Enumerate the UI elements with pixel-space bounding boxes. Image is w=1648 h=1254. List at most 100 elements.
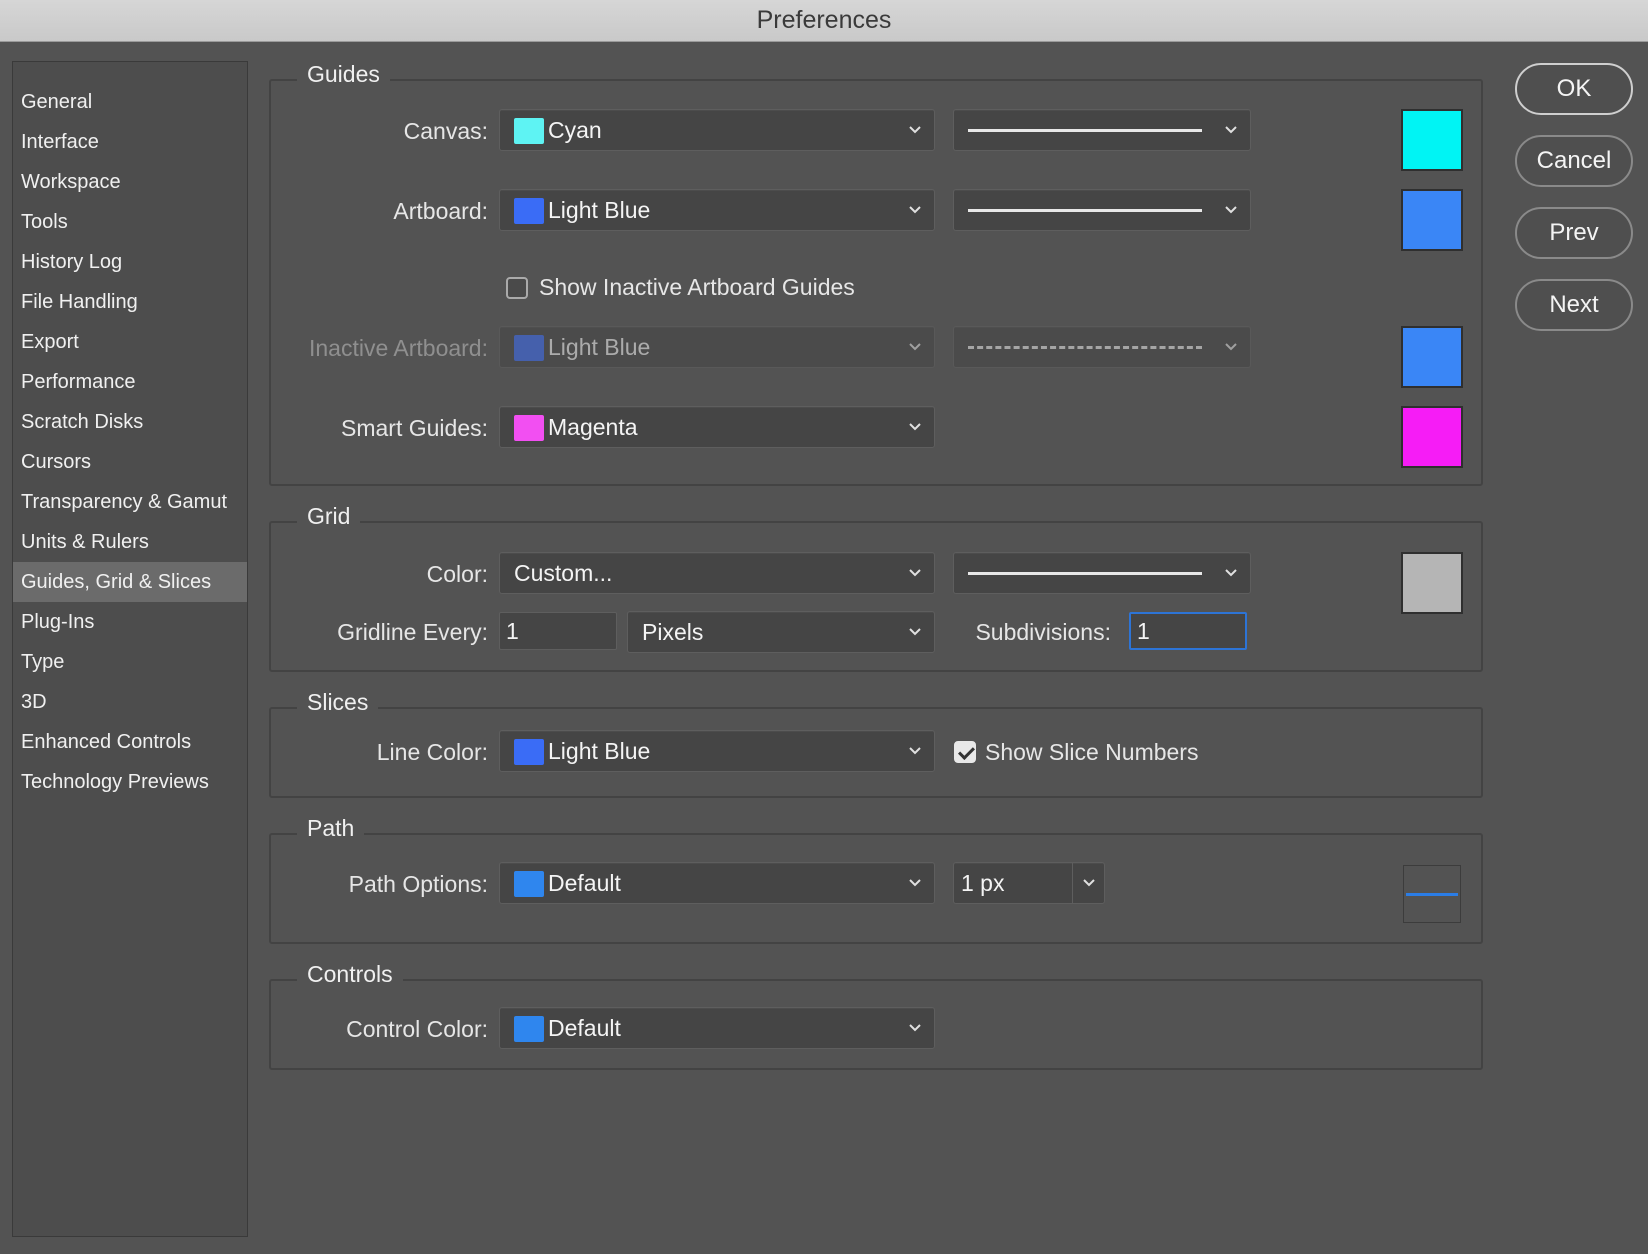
gridline-every-input[interactable]: 1 (499, 612, 617, 650)
canvas-line-style-select[interactable] (953, 109, 1251, 151)
artboard-color-select[interactable]: Light Blue (499, 189, 935, 231)
artboard-line-style-select[interactable] (953, 189, 1251, 231)
slices-group-title: Slices (297, 689, 379, 716)
grid-line-style-select[interactable] (953, 552, 1251, 594)
canvas-color-chip (514, 118, 544, 144)
smart-guides-color-value: Magenta (548, 414, 638, 440)
smart-guides-color-chip (514, 415, 544, 441)
path-group-title: Path (297, 815, 365, 842)
grid-color-swatch[interactable] (1401, 552, 1463, 614)
slice-line-color-select[interactable]: Light Blue (499, 730, 935, 772)
smart-guides-color-swatch[interactable] (1401, 406, 1463, 468)
gridline-unit-value: Pixels (642, 619, 704, 645)
path-color-value: Default (548, 870, 621, 896)
ok-button[interactable]: OK (1515, 63, 1633, 115)
sidebar-item-cursors[interactable]: Cursors (13, 442, 247, 482)
chevron-down-icon (1222, 337, 1240, 355)
inactive-artboard-label: Inactive Artboard: (309, 335, 488, 361)
subdivisions-input[interactable]: 1 (1129, 612, 1247, 650)
chevron-down-icon (906, 563, 924, 581)
chevron-down-icon (906, 741, 924, 759)
guides-group: Guides Canvas: Cyan Artboard: Light Blue… (269, 61, 1483, 486)
control-color-value: Default (548, 1015, 621, 1041)
chevron-down-icon (1222, 563, 1240, 581)
sidebar-item-technology-previews[interactable]: Technology Previews (13, 762, 247, 802)
chevron-down-icon (906, 1018, 924, 1036)
solid-line-sample (968, 572, 1202, 575)
slice-line-color-label: Line Color: (376, 739, 488, 765)
sidebar-item-interface[interactable]: Interface (13, 122, 247, 162)
path-size-value: 1 px (961, 870, 1005, 896)
chevron-down-icon (906, 873, 924, 891)
chevron-down-icon (906, 120, 924, 138)
sidebar-item-workspace[interactable]: Workspace (13, 162, 247, 202)
path-size-select[interactable]: 1 px (953, 862, 1105, 904)
sidebar-item-guides-grid-slices[interactable]: Guides, Grid & Slices (13, 562, 247, 602)
sidebar-item-type[interactable]: Type (13, 642, 247, 682)
path-preview-box (1403, 865, 1461, 923)
canvas-color-swatch[interactable] (1401, 109, 1463, 171)
sidebar-item-history-log[interactable]: History Log (13, 242, 247, 282)
slice-line-color-value: Light Blue (548, 738, 651, 764)
chevron-down-icon (1222, 200, 1240, 218)
canvas-color-value: Cyan (548, 117, 602, 143)
path-size-divider (1072, 863, 1073, 903)
smart-guides-label: Smart Guides: (341, 415, 488, 441)
smart-guides-color-select[interactable]: Magenta (499, 406, 935, 448)
inactive-artboard-color-value: Light Blue (548, 334, 651, 360)
dashed-line-sample (968, 346, 1202, 349)
sidebar-item-enhanced-controls[interactable]: Enhanced Controls (13, 722, 247, 762)
control-color-select[interactable]: Default (499, 1007, 935, 1049)
grid-group: Grid Color: Custom... Gridline Every: 1 … (269, 503, 1483, 672)
path-color-chip (514, 871, 544, 897)
chevron-down-icon (906, 622, 924, 640)
grid-color-select[interactable]: Custom... (499, 552, 935, 594)
inactive-artboard-line-style-select (953, 326, 1251, 368)
gridline-unit-select[interactable]: Pixels (627, 611, 935, 653)
chevron-down-icon (906, 417, 924, 435)
path-group: Path Path Options: Default 1 px (269, 815, 1483, 944)
sidebar-item-plug-ins[interactable]: Plug-Ins (13, 602, 247, 642)
sidebar-item-3d[interactable]: 3D (13, 682, 247, 722)
path-preview-line (1406, 893, 1458, 896)
sidebar-item-transparency-gamut[interactable]: Transparency & Gamut (13, 482, 247, 522)
artboard-color-value: Light Blue (548, 197, 651, 223)
prev-button[interactable]: Prev (1515, 207, 1633, 259)
show-slice-numbers-checkbox[interactable] (954, 741, 976, 763)
chevron-down-icon (906, 200, 924, 218)
sidebar-item-file-handling[interactable]: File Handling (13, 282, 247, 322)
show-inactive-artboard-guides-checkbox[interactable] (506, 277, 528, 299)
next-button[interactable]: Next (1515, 279, 1633, 331)
slices-group: Slices Line Color: Light Blue Show Slice… (269, 689, 1483, 798)
chevron-down-icon (1080, 873, 1098, 891)
canvas-color-select[interactable]: Cyan (499, 109, 935, 151)
cancel-button[interactable]: Cancel (1515, 135, 1633, 187)
show-inactive-artboard-guides-label[interactable]: Show Inactive Artboard Guides (539, 274, 855, 301)
inactive-artboard-color-swatch (1401, 326, 1463, 388)
sidebar-item-general[interactable]: General (13, 82, 247, 122)
grid-group-title: Grid (297, 503, 361, 530)
sidebar-item-scratch-disks[interactable]: Scratch Disks (13, 402, 247, 442)
chevron-down-icon (1222, 120, 1240, 138)
artboard-color-chip (514, 198, 544, 224)
solid-line-sample (968, 209, 1202, 212)
controls-group: Controls Control Color: Default (269, 961, 1483, 1070)
canvas-label: Canvas: (403, 118, 488, 144)
chevron-down-icon (906, 337, 924, 355)
subdivisions-label: Subdivisions: (975, 619, 1111, 645)
grid-color-label: Color: (426, 561, 488, 587)
sidebar-item-export[interactable]: Export (13, 322, 247, 362)
control-color-label: Control Color: (346, 1016, 488, 1042)
gridline-every-label: Gridline Every: (337, 619, 488, 645)
inactive-artboard-color-chip (514, 335, 544, 361)
show-slice-numbers-label[interactable]: Show Slice Numbers (985, 739, 1198, 766)
sidebar-item-tools[interactable]: Tools (13, 202, 247, 242)
artboard-color-swatch[interactable] (1401, 189, 1463, 251)
sidebar-item-units-rulers[interactable]: Units & Rulers (13, 522, 247, 562)
preferences-category-list: General Interface Workspace Tools Histor… (12, 61, 248, 1237)
path-color-select[interactable]: Default (499, 862, 935, 904)
artboard-label: Artboard: (393, 198, 488, 224)
controls-group-title: Controls (297, 961, 403, 988)
slice-line-color-chip (514, 739, 544, 765)
sidebar-item-performance[interactable]: Performance (13, 362, 247, 402)
